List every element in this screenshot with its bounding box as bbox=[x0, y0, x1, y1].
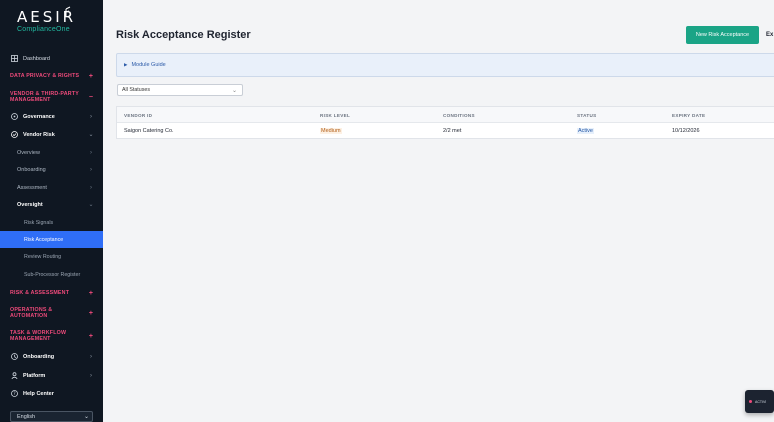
chevron-right-icon: › bbox=[90, 166, 92, 173]
section-risk-assessment[interactable]: RISK & ASSESSMENT + bbox=[0, 286, 103, 300]
table-row[interactable]: Saigon Catering Co. Medium 2/2 met Activ… bbox=[117, 123, 774, 139]
chevron-right-icon: › bbox=[90, 372, 92, 379]
sidebar-item-onboarding[interactable]: Onboarding › bbox=[0, 348, 103, 365]
sidebar-item-label: Risk Acceptance bbox=[24, 236, 64, 243]
section-label: DATA PRIVACY & RIGHTS bbox=[10, 72, 80, 79]
section-label: TASK & WORKFLOW MANAGEMENT bbox=[10, 329, 67, 343]
sidebar: AESIR ComplianceOne Dashboard DATA PRIVA… bbox=[0, 0, 103, 422]
status-filter-select[interactable]: All Statuses ⌄ bbox=[117, 84, 243, 96]
language-select[interactable]: English ⌄ bbox=[10, 411, 93, 422]
section-label: VENDOR & THIRD-PARTY MANAGEMENT bbox=[10, 90, 79, 104]
status-dot-icon bbox=[749, 400, 752, 403]
sidebar-item-oversight[interactable]: Oversight ⌄ bbox=[0, 196, 103, 213]
brand-name: AESIR bbox=[17, 8, 77, 26]
cell-expiry: 10/12/2026 bbox=[672, 128, 700, 134]
section-label: RISK & ASSESSMENT bbox=[10, 289, 70, 296]
language-value: English bbox=[17, 413, 36, 420]
column-header-vendor-id[interactable]: VENDOR ID bbox=[124, 107, 152, 123]
sidebar-item-sub-processor[interactable]: Sub-Processor Register bbox=[0, 266, 103, 283]
help-icon: ? bbox=[10, 389, 19, 398]
sidebar-item-label: Help Center bbox=[23, 390, 54, 397]
page-title: Risk Acceptance Register bbox=[116, 29, 251, 41]
logo[interactable]: AESIR ComplianceOne bbox=[17, 6, 87, 33]
section-vendor[interactable]: VENDOR & THIRD-PARTY MANAGEMENT − bbox=[0, 88, 103, 106]
section-operations[interactable]: OPERATIONS & AUTOMATION + bbox=[0, 304, 103, 322]
sidebar-item-governance[interactable]: Governance › bbox=[0, 108, 103, 125]
column-header-conditions[interactable]: CONDITIONS bbox=[443, 107, 475, 123]
sidebar-item-review-routing[interactable]: Review Routing bbox=[0, 248, 103, 265]
section-label: OPERATIONS & AUTOMATION bbox=[10, 306, 53, 320]
sidebar-item-label: Risk Signals bbox=[24, 219, 54, 226]
table-header: VENDOR ID RISK LEVEL CONDITIONS STATUS E… bbox=[117, 107, 774, 123]
status-filter-value: All Statuses bbox=[122, 87, 150, 93]
sidebar-item-dashboard[interactable]: Dashboard bbox=[0, 50, 103, 67]
cell-vendor: Saigon Catering Co. bbox=[124, 128, 174, 134]
section-data-privacy[interactable]: DATA PRIVACY & RIGHTS + bbox=[0, 69, 103, 83]
sidebar-item-label: Oversight bbox=[17, 201, 43, 208]
sidebar-item-onboarding-sub[interactable]: Onboarding › bbox=[0, 161, 103, 178]
chevron-right-icon: › bbox=[90, 113, 92, 120]
brand-subtitle: ComplianceOne bbox=[17, 26, 70, 33]
chevron-down-icon: ⌄ bbox=[83, 414, 89, 420]
risk-acceptance-table: VENDOR ID RISK LEVEL CONDITIONS STATUS E… bbox=[116, 106, 774, 139]
sidebar-item-vendor-risk[interactable]: Vendor Risk ⌄ bbox=[0, 126, 103, 143]
column-header-status[interactable]: STATUS bbox=[577, 107, 597, 123]
caret-right-icon: ▶ bbox=[124, 62, 128, 67]
sidebar-item-risk-acceptance[interactable]: Risk Acceptance bbox=[0, 231, 103, 248]
status-badge: Active bbox=[577, 128, 594, 134]
module-guide-toggle[interactable]: ▶ Module Guide bbox=[116, 53, 774, 77]
cell-risk-level: Medium bbox=[320, 123, 342, 139]
expand-plus-icon: + bbox=[88, 332, 94, 340]
collapse-minus-icon: − bbox=[88, 93, 94, 101]
cell-conditions: 2/2 met bbox=[443, 128, 462, 134]
expand-plus-icon: + bbox=[88, 72, 94, 80]
chevron-right-icon: › bbox=[90, 184, 92, 191]
export-button[interactable]: Ex bbox=[766, 26, 773, 44]
chevron-right-icon: › bbox=[90, 149, 92, 156]
sidebar-item-assessment[interactable]: Assessment › bbox=[0, 179, 103, 196]
sidebar-item-help-center[interactable]: ? Help Center bbox=[0, 385, 103, 402]
governance-icon bbox=[10, 112, 19, 121]
sidebar-item-platform[interactable]: Platform › bbox=[0, 367, 103, 384]
expand-plus-icon: + bbox=[88, 289, 94, 297]
new-risk-acceptance-button[interactable]: New Risk Acceptance bbox=[686, 26, 759, 44]
sidebar-item-label: Platform bbox=[23, 372, 46, 379]
dashboard-icon bbox=[10, 54, 19, 63]
sidebar-item-overview[interactable]: Overview › bbox=[0, 144, 103, 161]
chevron-down-icon: ⌄ bbox=[88, 132, 94, 138]
sidebar-item-label: Onboarding bbox=[17, 166, 46, 173]
sidebar-item-label: Vendor Risk bbox=[23, 131, 55, 138]
activity-toast[interactable]: ACTIVI bbox=[745, 390, 774, 413]
section-task[interactable]: TASK & WORKFLOW MANAGEMENT + bbox=[0, 327, 103, 345]
chevron-down-icon: ⌄ bbox=[88, 202, 94, 208]
sidebar-item-label: Governance bbox=[23, 113, 55, 120]
main-content: Risk Acceptance Register New Risk Accept… bbox=[103, 0, 774, 422]
chevron-right-icon: › bbox=[90, 353, 92, 360]
sidebar-item-label: Dashboard bbox=[23, 55, 50, 62]
expand-plus-icon: + bbox=[88, 309, 94, 317]
sidebar-item-label: Overview bbox=[17, 149, 40, 156]
sidebar-item-label: Onboarding bbox=[23, 353, 55, 360]
sidebar-item-risk-signals[interactable]: Risk Signals bbox=[0, 214, 103, 231]
sidebar-item-label: Sub-Processor Register bbox=[24, 271, 81, 278]
module-guide-label: Module Guide bbox=[131, 62, 166, 68]
chevron-down-icon: ⌄ bbox=[231, 87, 237, 94]
risk-level-badge: Medium bbox=[320, 128, 342, 134]
toast-text: ACTIVI bbox=[755, 399, 767, 404]
brand-mark-icon bbox=[65, 6, 71, 17]
cell-status: Active bbox=[577, 123, 594, 139]
user-icon bbox=[10, 371, 19, 380]
shield-check-icon bbox=[10, 130, 19, 139]
column-header-expiry-date[interactable]: EXPIRY DATE bbox=[672, 107, 705, 123]
column-header-risk-level[interactable]: RISK LEVEL bbox=[320, 107, 350, 123]
sidebar-item-label: Review Routing bbox=[24, 253, 62, 260]
onboarding-icon bbox=[10, 352, 19, 361]
sidebar-item-label: Assessment bbox=[17, 184, 47, 191]
